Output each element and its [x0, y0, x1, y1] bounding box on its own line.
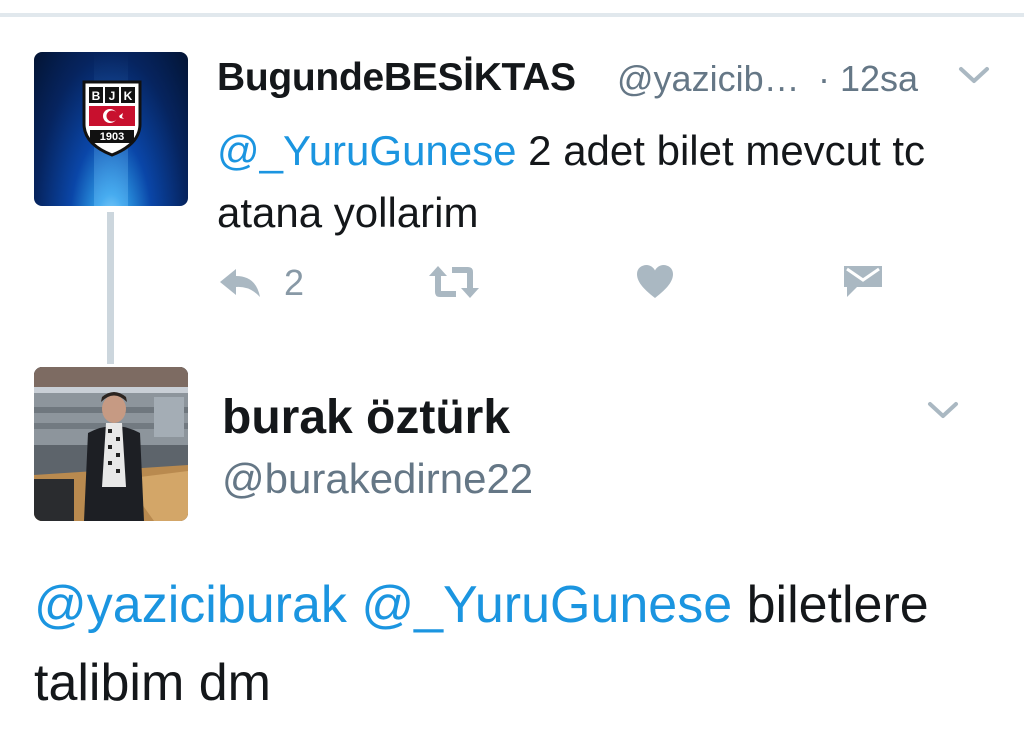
heart-icon[interactable]: [636, 264, 674, 300]
tweet-author-name[interactable]: BugundeBESİKTAS: [217, 56, 576, 100]
tweet-author-handle[interactable]: @burakedirne22: [222, 455, 533, 503]
envelope-icon[interactable]: [843, 264, 883, 298]
tweet-text: @yaziciburak @_YuruGunese biletlere tali…: [34, 566, 1009, 722]
bjk-crest-icon: B J K 1903: [82, 80, 142, 157]
mention-link[interactable]: @_YuruGunese: [217, 127, 517, 174]
chevron-down-icon[interactable]: [957, 64, 991, 86]
reply-count: 2: [284, 262, 305, 303]
svg-text:B: B: [92, 89, 101, 103]
mention-link[interactable]: @yaziciburak: [34, 576, 347, 634]
avatar-bugundebesiktas[interactable]: B J K 1903: [34, 52, 188, 206]
top-divider: [0, 0, 1024, 17]
svg-text:1903: 1903: [100, 131, 124, 143]
mention-link[interactable]: @_YuruGunese: [361, 576, 732, 634]
reply-icon[interactable]: [218, 267, 262, 299]
tweet-text: @_YuruGunese 2 adet bilet mevcut tc atan…: [217, 120, 997, 244]
chevron-down-icon[interactable]: [926, 399, 960, 421]
thread-connector: [107, 212, 114, 364]
svg-text:K: K: [124, 89, 133, 103]
tweet-author-handle[interactable]: @yazicib…: [617, 58, 800, 100]
svg-text:J: J: [109, 89, 116, 103]
avatar-burakedirne22[interactable]: [34, 367, 188, 521]
retweet-icon[interactable]: [428, 264, 480, 300]
avatar-photo: [34, 367, 188, 521]
meta-separator: ·: [818, 58, 830, 99]
tweet-timestamp[interactable]: 12sa: [840, 58, 918, 100]
tweet-author-name[interactable]: burak öztürk: [222, 390, 510, 445]
